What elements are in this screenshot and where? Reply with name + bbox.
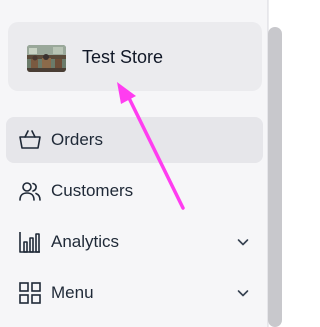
shopping-basket-icon — [18, 128, 42, 152]
bar-chart-icon — [18, 230, 42, 254]
store-name[interactable]: Test Store — [82, 46, 163, 68]
chevron-down-icon[interactable] — [235, 285, 251, 301]
sidebar-item-analytics[interactable]: Analytics — [6, 219, 263, 265]
sidebar-item-label: Analytics — [51, 232, 120, 251]
scrollbar-thumb[interactable] — [268, 27, 282, 327]
sidebar-item-menu[interactable]: Menu — [6, 270, 263, 316]
sidebar: Test Store Orders Customers Analytics Me… — [0, 0, 268, 327]
sidebar-item-label: Orders — [51, 130, 103, 149]
sidebar-item-customers[interactable]: Customers — [6, 168, 263, 214]
sidebar-item-label: Customers — [51, 181, 134, 200]
store-switcher[interactable]: Test Store — [8, 22, 262, 91]
chevron-down-icon[interactable] — [235, 234, 251, 250]
store-thumbnail — [27, 45, 66, 72]
grid-icon — [18, 281, 42, 305]
users-icon — [18, 179, 42, 203]
sidebar-item-label: Menu — [51, 283, 94, 302]
sidebar-item-orders[interactable]: Orders — [6, 117, 263, 163]
